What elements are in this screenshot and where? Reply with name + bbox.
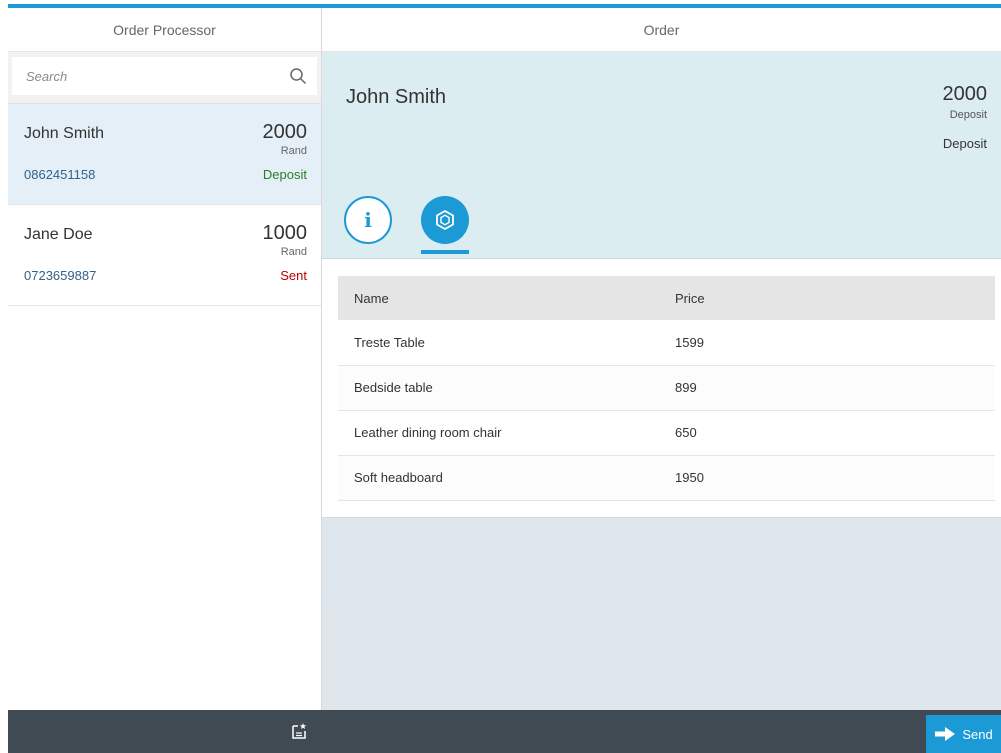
list-item-status: Sent (280, 268, 307, 283)
items-table-container: Name Price Treste Table 1599 Bedside tab… (322, 259, 1001, 518)
cell-name: Soft headboard (354, 470, 443, 485)
tab-products[interactable] (421, 196, 469, 244)
master-header: Order Processor (8, 8, 321, 52)
master-title: Order Processor (113, 21, 216, 38)
cell-price: 1599 (675, 334, 704, 350)
column-header-price[interactable]: Price (675, 276, 995, 320)
detail-header: Order (322, 8, 1001, 52)
list-item-amount: 2000 (262, 121, 308, 143)
table-row[interactable]: Soft headboard 1950 (338, 455, 995, 500)
cell-name: Treste Table (354, 334, 425, 350)
list-item-amount: 1000 (262, 222, 308, 244)
list-item[interactable]: Jane Doe 1000 Rand 0723659887 Sent (8, 205, 321, 306)
info-icon: i (364, 208, 372, 232)
cell-price: 650 (675, 425, 697, 440)
list-item-name: Jane Doe (24, 226, 93, 243)
detail-title: Order (643, 21, 680, 38)
detail-footer-toolbar: Send (322, 710, 1001, 753)
list-item-phone: 0862451158 (24, 167, 96, 182)
search-placeholder: Search (26, 68, 68, 84)
arrow-right-icon (935, 727, 956, 741)
window-edge (0, 0, 8, 753)
list-item-phone: 0723659887 (24, 268, 97, 283)
cell-price: 1950 (675, 470, 704, 485)
table-row[interactable]: Bedside table 899 (338, 365, 995, 410)
table-header-row: Name Price (338, 276, 995, 320)
list-item-name: John Smith (24, 125, 105, 142)
object-number: 2000 (942, 83, 988, 105)
object-title: John Smith (346, 86, 447, 108)
list-item-status: Deposit (262, 167, 307, 182)
cell-name: Bedside table (354, 380, 433, 395)
send-button[interactable]: Send (926, 715, 1001, 753)
master-pane: Order Processor Search John Smith 2000 R… (8, 8, 322, 753)
table-row[interactable]: Treste Table 1599 (338, 320, 995, 365)
send-button-label: Send (962, 726, 993, 742)
list-item[interactable]: John Smith 2000 Rand 0862451158 Deposit (8, 104, 321, 205)
tab-info[interactable]: i (344, 196, 392, 244)
column-header-name[interactable]: Name (338, 276, 675, 320)
add-document-icon[interactable] (290, 722, 308, 740)
table-row[interactable]: Leather dining room chair 650 (338, 410, 995, 455)
detail-pane: Order John Smith 2000 Deposit Deposit i … (322, 8, 1001, 753)
master-footer-toolbar (8, 710, 322, 753)
list-item-unit: Rand (280, 246, 307, 258)
object-number-unit: Deposit (949, 109, 987, 121)
object-status: Deposit (942, 136, 987, 151)
selected-tab-indicator (421, 250, 469, 254)
items-table: Name Price Treste Table 1599 Bedside tab… (338, 276, 995, 501)
list-item-unit: Rand (280, 145, 307, 157)
cell-price: 899 (675, 380, 697, 395)
object-header: John Smith 2000 Deposit Deposit i (322, 52, 1001, 259)
search-icon[interactable] (289, 67, 307, 85)
search-bar: Search (8, 52, 321, 104)
cell-name: Leather dining room chair (354, 425, 502, 440)
search-input[interactable]: Search (12, 57, 317, 95)
product-box-icon (436, 209, 454, 231)
